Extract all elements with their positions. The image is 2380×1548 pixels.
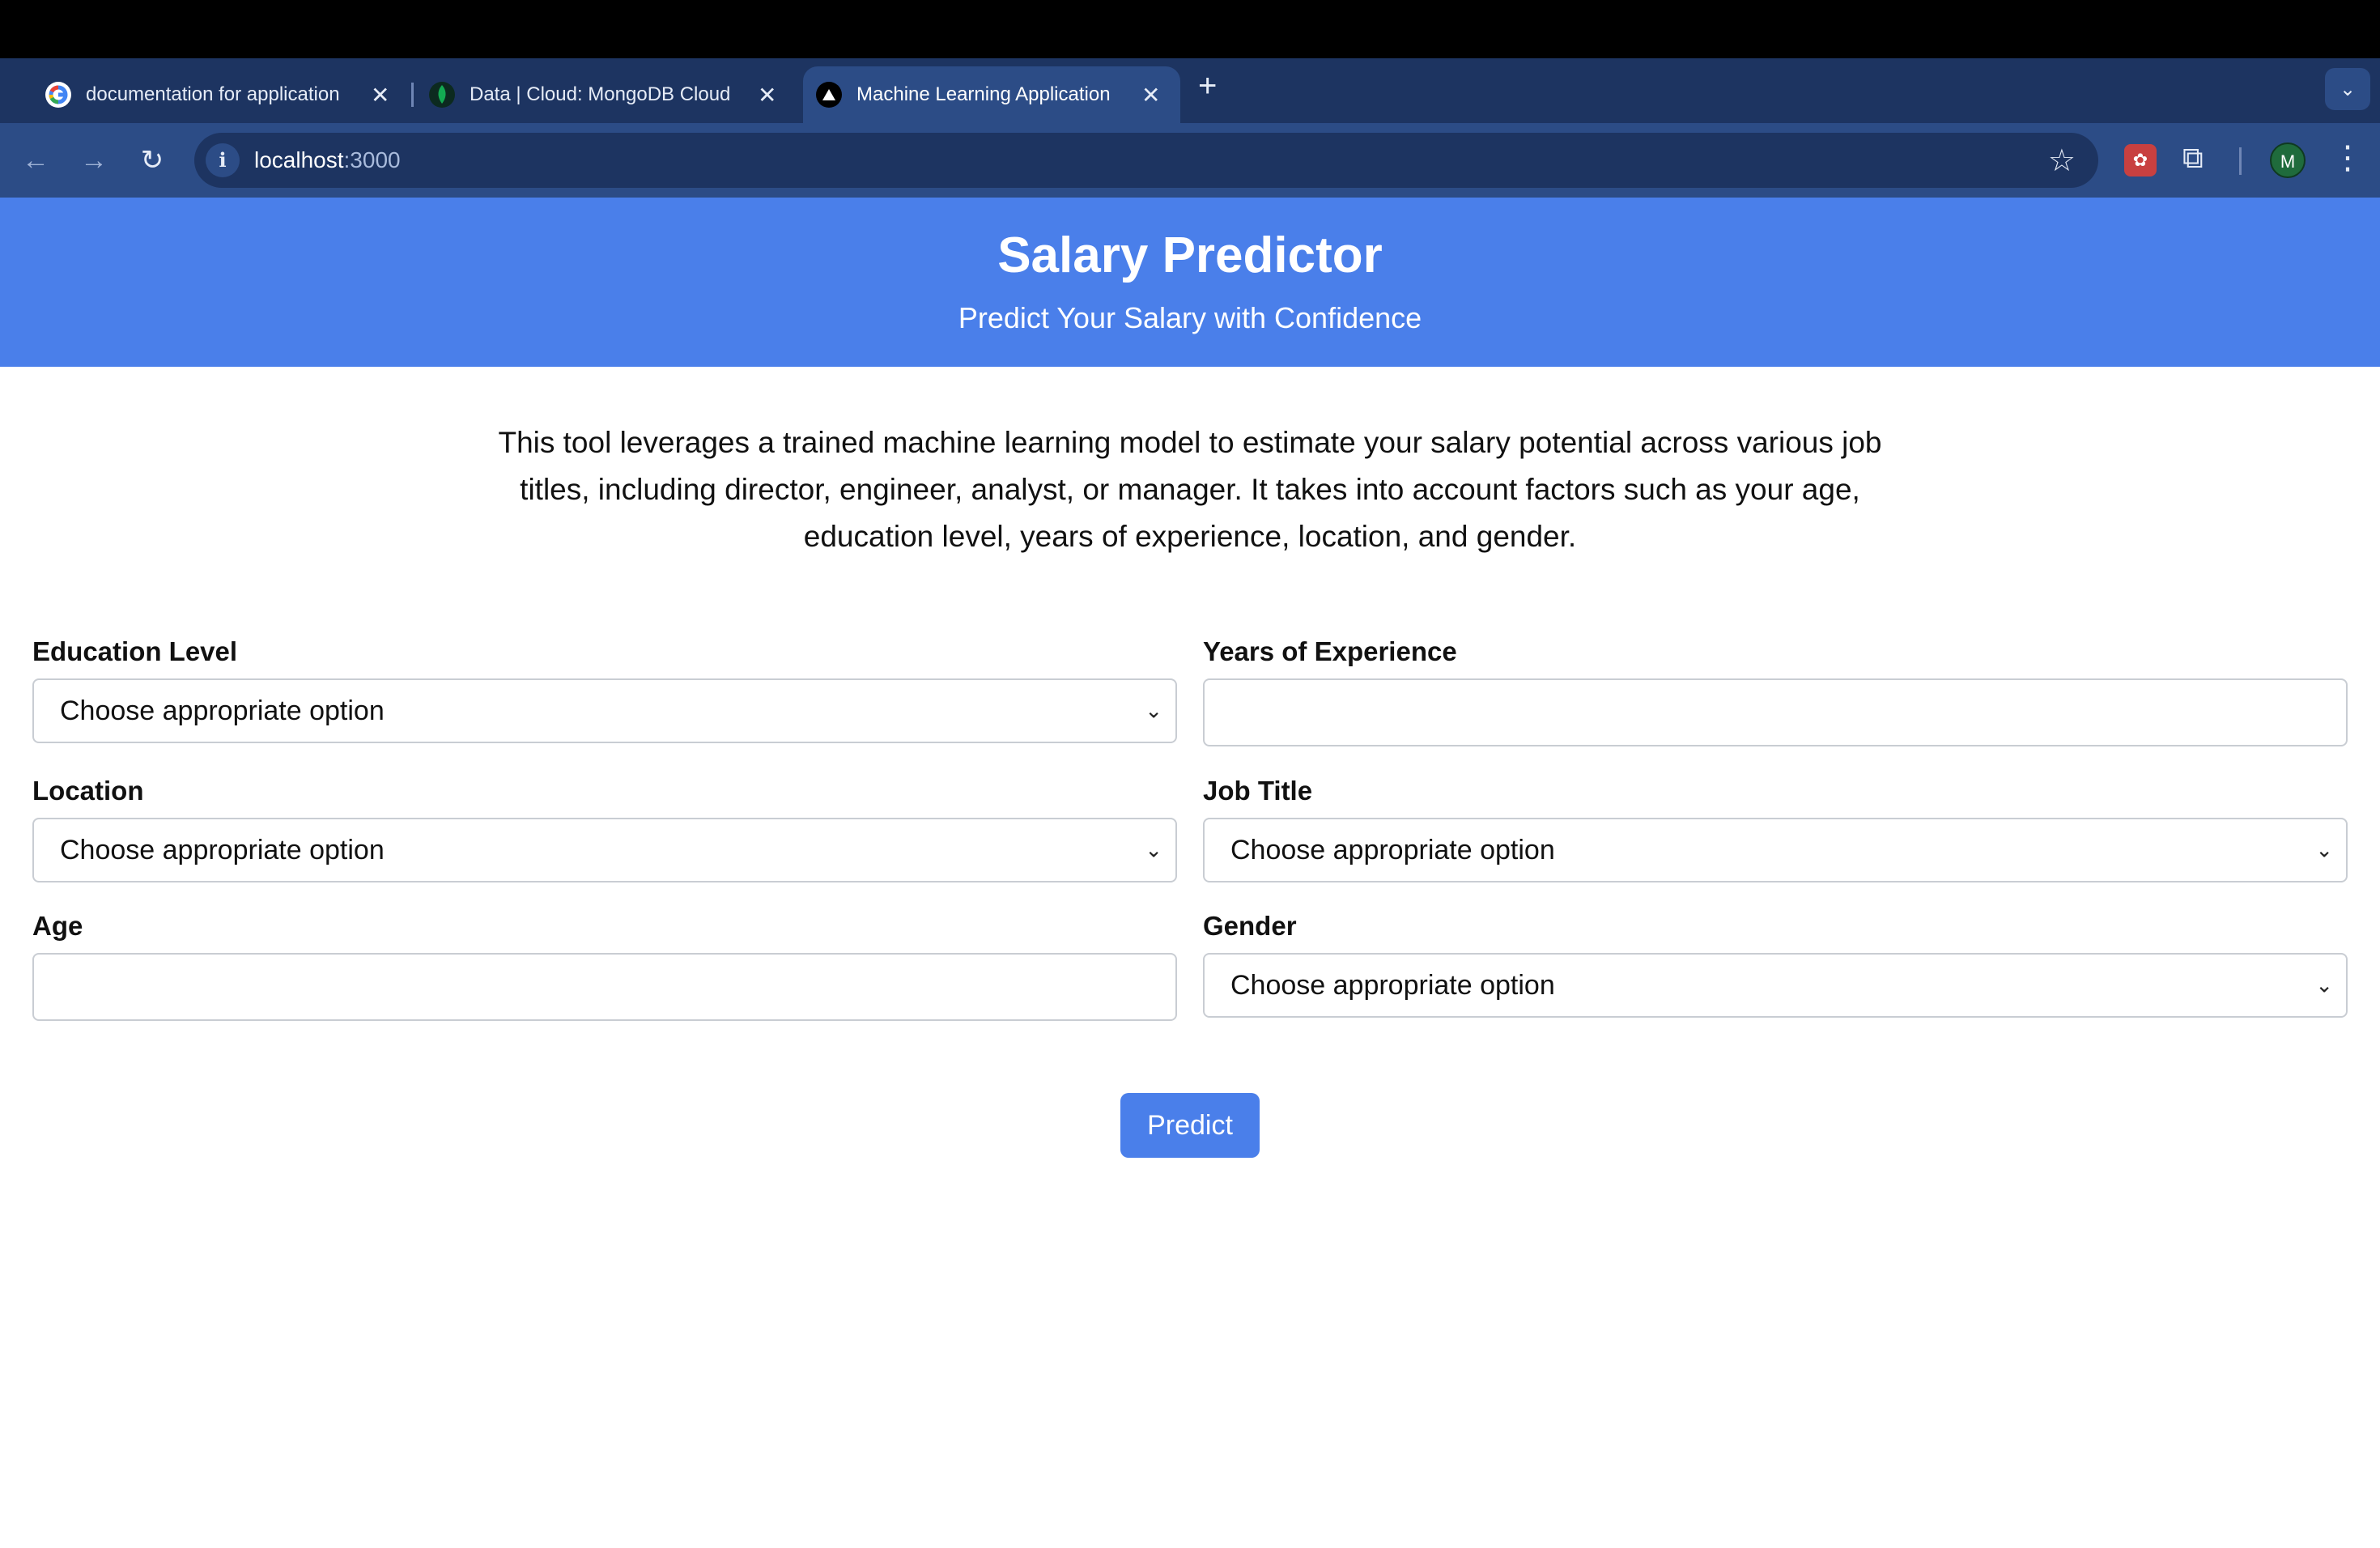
- close-icon[interactable]: ✕: [758, 82, 776, 108]
- arrow-right-icon: →: [80, 145, 108, 176]
- address-bar[interactable]: i localhost:3000 ☆: [194, 133, 2098, 188]
- page-title: Salary Predictor: [997, 228, 1383, 283]
- more-menu-icon[interactable]: ⋮: [2331, 139, 2364, 176]
- arrow-left-icon: ←: [22, 145, 49, 176]
- url-host: localhost: [254, 147, 344, 172]
- close-icon[interactable]: ✕: [371, 82, 389, 108]
- page-subtitle: Predict Your Salary with Confidence: [958, 301, 1422, 334]
- job-title-label: Job Title: [1203, 776, 1313, 806]
- os-top-bar: [0, 0, 2380, 58]
- predict-button[interactable]: Predict: [1120, 1093, 1260, 1158]
- tab-search-button[interactable]: ⌄: [2325, 68, 2370, 110]
- chevron-down-icon: ⌄: [1145, 837, 1162, 862]
- toolbar-divider: [2239, 147, 2242, 175]
- job-title-select-value: Choose appropriate option: [1230, 834, 1555, 865]
- gender-label: Gender: [1203, 911, 1297, 941]
- google-g-icon: [45, 82, 71, 108]
- bookmark-star-icon[interactable]: ☆: [2048, 142, 2076, 179]
- url-text: localhost:3000: [254, 147, 401, 173]
- browser-toolbar: ← → ↻ i localhost:3000 ☆ ✿ ⧉ M ⋮: [0, 123, 2380, 198]
- gender-select[interactable]: Choose appropriate option ⌄: [1203, 953, 2348, 1018]
- back-button[interactable]: ←: [19, 144, 52, 176]
- location-select-value: Choose appropriate option: [60, 834, 385, 865]
- job-title-select[interactable]: Choose appropriate option ⌄: [1203, 818, 2348, 882]
- triangle-logo-icon: [816, 82, 842, 108]
- gender-select-value: Choose appropriate option: [1230, 969, 1555, 1001]
- location-label: Location: [32, 776, 144, 806]
- site-info-icon[interactable]: i: [206, 143, 240, 177]
- education-select-value: Choose appropriate option: [60, 695, 385, 726]
- forward-button[interactable]: →: [78, 144, 110, 176]
- location-select[interactable]: Choose appropriate option ⌄: [32, 818, 1177, 882]
- reload-button[interactable]: ↻: [136, 144, 168, 176]
- tab-title: Machine Learning Application: [856, 83, 1111, 105]
- profile-avatar[interactable]: M: [2270, 142, 2306, 178]
- reload-icon: ↻: [140, 145, 164, 176]
- hero-banner: Salary Predictor Predict Your Salary wit…: [0, 198, 2380, 367]
- education-label: Education Level: [32, 636, 238, 666]
- tab-title: documentation for application: [86, 83, 340, 105]
- chevron-down-icon: ⌄: [1145, 698, 1162, 723]
- chevron-down-icon: ⌄: [2315, 837, 2333, 862]
- experience-input[interactable]: [1203, 678, 2348, 746]
- tab-divider: [411, 83, 414, 107]
- education-select[interactable]: Choose appropriate option ⌄: [32, 678, 1177, 743]
- age-input[interactable]: [32, 953, 1177, 1021]
- chevron-down-icon: ⌄: [2339, 78, 2357, 100]
- experience-label: Years of Experience: [1203, 636, 1457, 666]
- tab-mongodb[interactable]: Data | Cloud: MongoDB Cloud ✕: [429, 66, 785, 123]
- mongodb-leaf-icon: [429, 82, 455, 108]
- tab-documentation[interactable]: documentation for application ✕: [45, 66, 402, 123]
- tab-title: Data | Cloud: MongoDB Cloud: [470, 83, 731, 105]
- browser-tab-strip: documentation for application ✕ Data | C…: [0, 58, 2380, 123]
- age-label: Age: [32, 911, 83, 941]
- close-icon[interactable]: ✕: [1141, 82, 1160, 108]
- tab-machine-learning[interactable]: Machine Learning Application ✕: [803, 66, 1180, 123]
- extension-icon[interactable]: ✿: [2124, 144, 2157, 176]
- description-text: This tool leverages a trained machine le…: [498, 426, 1882, 553]
- extensions-puzzle-icon[interactable]: ⧉: [2182, 141, 2204, 176]
- url-port: :3000: [343, 147, 401, 172]
- chevron-down-icon: ⌄: [2315, 972, 2333, 997]
- new-tab-button[interactable]: +: [1198, 70, 1217, 102]
